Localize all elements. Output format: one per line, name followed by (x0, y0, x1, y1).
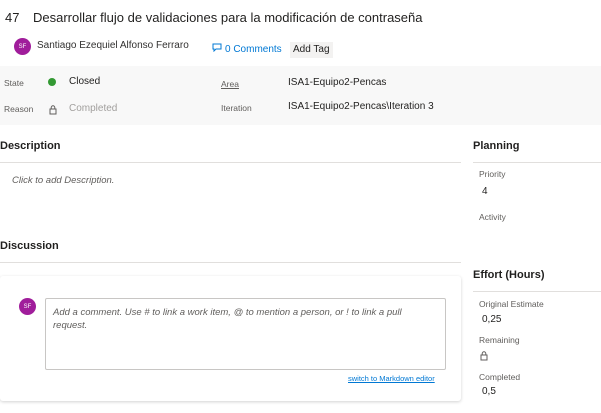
description-divider (0, 162, 461, 163)
lock-icon (49, 102, 57, 120)
remaining-lock-icon (480, 348, 488, 366)
description-field[interactable]: Click to add Description. (12, 175, 114, 186)
comment-icon (212, 43, 222, 55)
assignee-name[interactable]: Santiago Ezequiel Alfonso Ferraro (37, 40, 189, 51)
area-label: Area (221, 79, 239, 89)
comments-link[interactable]: 0 Comments (212, 43, 282, 55)
commenter-avatar: SF (19, 298, 36, 315)
planning-divider (473, 162, 601, 163)
area-value[interactable]: ISA1-Equipo2-Pencas (288, 77, 386, 88)
fields-panel (0, 66, 601, 125)
activity-field[interactable] (479, 224, 589, 238)
planning-heading: Planning (473, 140, 520, 152)
priority-value[interactable]: 4 (482, 186, 488, 197)
reason-value: Completed (69, 103, 118, 114)
effort-divider (473, 291, 601, 292)
comment-input[interactable]: Add a comment. Use # to link a work item… (45, 298, 446, 370)
completed-label: Completed (479, 372, 521, 382)
assignee-avatar[interactable]: SF (14, 38, 31, 55)
reason-label: Reason (4, 104, 34, 114)
state-indicator-icon (48, 78, 56, 86)
effort-heading: Effort (Hours) (473, 269, 545, 281)
description-heading: Description (0, 140, 61, 152)
work-item-title[interactable]: Desarrollar flujo de validaciones para l… (33, 10, 423, 25)
iteration-value[interactable]: ISA1-Equipo2-Pencas\Iteration 3 (288, 101, 434, 112)
discussion-heading: Discussion (0, 240, 59, 252)
original-estimate-value[interactable]: 0,25 (482, 314, 501, 325)
discussion-divider (0, 262, 461, 263)
state-value[interactable]: Closed (69, 76, 100, 87)
remaining-label: Remaining (479, 335, 520, 345)
comments-count: 0 Comments (225, 43, 282, 55)
original-estimate-label: Original Estimate (479, 299, 544, 309)
add-tag-button[interactable]: Add Tag (290, 42, 333, 58)
work-item-id: 47 (5, 10, 20, 25)
markdown-editor-link[interactable]: switch to Markdown editor (348, 374, 435, 383)
priority-label: Priority (479, 169, 506, 179)
activity-label: Activity (479, 212, 506, 222)
state-label: State (4, 78, 24, 88)
completed-value[interactable]: 0,5 (482, 386, 496, 397)
iteration-label: Iteration (221, 103, 252, 113)
